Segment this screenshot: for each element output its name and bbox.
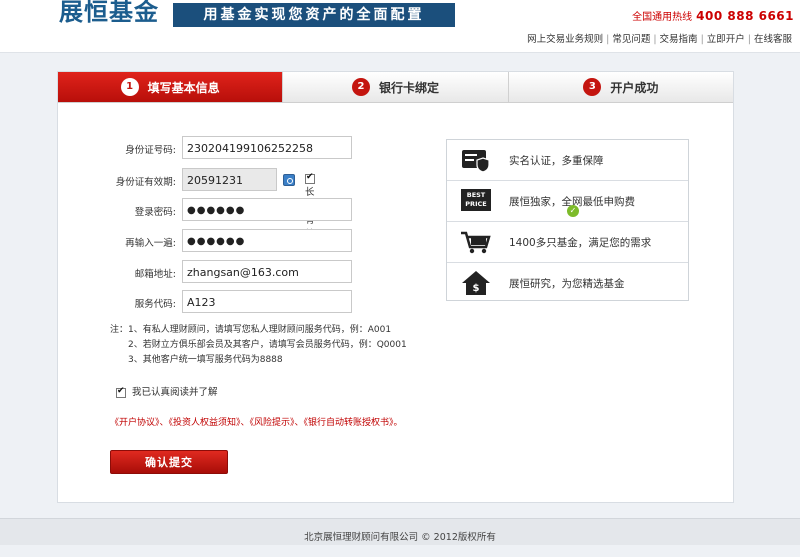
note-line: 注：1、有私人理财顾问，请填写您私人理财顾问服务代码，例：A001 [110, 325, 392, 335]
email-label: 邮箱地址: [134, 269, 176, 280]
step-number: 3 [583, 78, 602, 96]
password-input[interactable]: ●●●●●● [182, 198, 352, 221]
feature-text: 1400多只基金，满足您的需求 [509, 237, 652, 249]
agreement[interactable]: 我已认真阅读并了解 [116, 384, 218, 398]
step-2-bank-card: 2 银行卡绑定 [282, 72, 508, 103]
feature-item: 实名认证，多重保障 [447, 140, 688, 181]
calendar-icon[interactable] [283, 174, 295, 186]
link-online-service[interactable]: 在线客服 [754, 31, 792, 45]
feature-item: BEST PRICE 展恒独家，全网最低申购费 ✓ [447, 181, 688, 222]
site-logo[interactable]: 展恒基金 [59, 0, 159, 27]
feature-list: 实名认证，多重保障 BEST PRICE 展恒独家，全网最低申购费 ✓ 1400多… [446, 139, 689, 301]
link-trading-rules[interactable]: 网上交易业务规则 [527, 31, 603, 45]
password-label: 登录密码: [134, 207, 176, 218]
service-code-input[interactable]: A123 [182, 290, 352, 313]
step-1-basic-info: 1 填写基本信息 [58, 72, 283, 103]
step-label: 开户成功 [610, 80, 659, 95]
check-icon: ✓ [567, 205, 579, 217]
hotline-number: 400 888 6661 [696, 9, 794, 23]
email-input[interactable]: zhangsan@163.com [182, 260, 352, 283]
confirm-password-input[interactable]: ●●●●●● [182, 229, 352, 252]
step-label: 填写基本信息 [147, 80, 220, 95]
link-faq[interactable]: 常见问题 [612, 31, 650, 45]
note-line: 3、其他客户统一填写服务代码为8888 [128, 355, 283, 365]
long-term-valid-checkbox[interactable] [305, 172, 315, 184]
feature-text: 展恒研究，为您精选基金 [509, 278, 625, 290]
feature-item: $ 展恒研究，为您精选基金 [447, 263, 688, 303]
link-trading-guide[interactable]: 交易指南 [660, 31, 698, 45]
confirm-password-label: 再输入一遍: [125, 238, 176, 249]
agree-label: 我已认真阅读并了解 [132, 387, 218, 398]
top-links: 网上交易业务规则 | 常见问题 | 交易指南 | 立即开户 | 在线客服 [527, 31, 792, 45]
id-number-input[interactable]: 230204199106252258 [182, 136, 352, 159]
hotline-label: 全国通用热线 [632, 12, 693, 23]
registration-panel: 1 填写基本信息 2 银行卡绑定 3 开户成功 身份证号码: 230204199… [57, 71, 734, 503]
id-validity-label: 身份证有效期: [115, 177, 176, 188]
id-card-shield-icon [462, 150, 490, 173]
svg-text:$: $ [473, 283, 480, 294]
protocol-links[interactable]: 《开户协议》、《投资人权益须知》、《风险提示》、《银行自动转账授权书》。 [110, 415, 403, 428]
link-separator: | [606, 34, 610, 45]
id-validity-input[interactable]: 20591231 [182, 168, 277, 191]
agree-checkbox[interactable] [116, 386, 126, 398]
link-separator: | [700, 34, 704, 45]
footer: 北京展恒理财顾问有限公司 © 2012版权所有 [0, 518, 800, 545]
note-line: 2、若财立方俱乐部会员及其客户，请填写会员服务代码，例：Q0001 [128, 340, 407, 350]
hotline: 全国通用热线 400 888 6661 [632, 8, 794, 23]
id-number-label: 身份证号码: [125, 145, 176, 156]
link-separator: | [747, 34, 751, 45]
service-code-notes: 注：1、有私人理财顾问，请填写您私人理财顾问服务代码，例：A001 2、若财立方… [110, 323, 407, 368]
house-money-icon: $ [462, 271, 490, 295]
shopping-cart-icon [461, 231, 491, 254]
link-open-account[interactable]: 立即开户 [707, 31, 745, 45]
feature-item: 1400多只基金，满足您的需求 [447, 222, 688, 263]
service-code-label: 服务代码: [134, 299, 176, 310]
step-number: 2 [351, 78, 370, 96]
site-header: 展恒基金 用基金实现您资产的全面配置 全国通用热线 400 888 6661 网上… [0, 0, 800, 53]
link-separator: | [653, 34, 657, 45]
best-price-icon: BEST PRICE [461, 189, 491, 211]
submit-button[interactable]: 确认提交 [110, 450, 228, 474]
step-number: 1 [120, 78, 139, 96]
header-slogan: 用基金实现您资产的全面配置 [173, 3, 455, 27]
feature-text: 实名认证，多重保障 [509, 155, 604, 167]
step-3-success: 3 开户成功 [507, 72, 733, 103]
step-progress: 1 填写基本信息 2 银行卡绑定 3 开户成功 [58, 72, 733, 103]
step-label: 银行卡绑定 [378, 80, 439, 95]
